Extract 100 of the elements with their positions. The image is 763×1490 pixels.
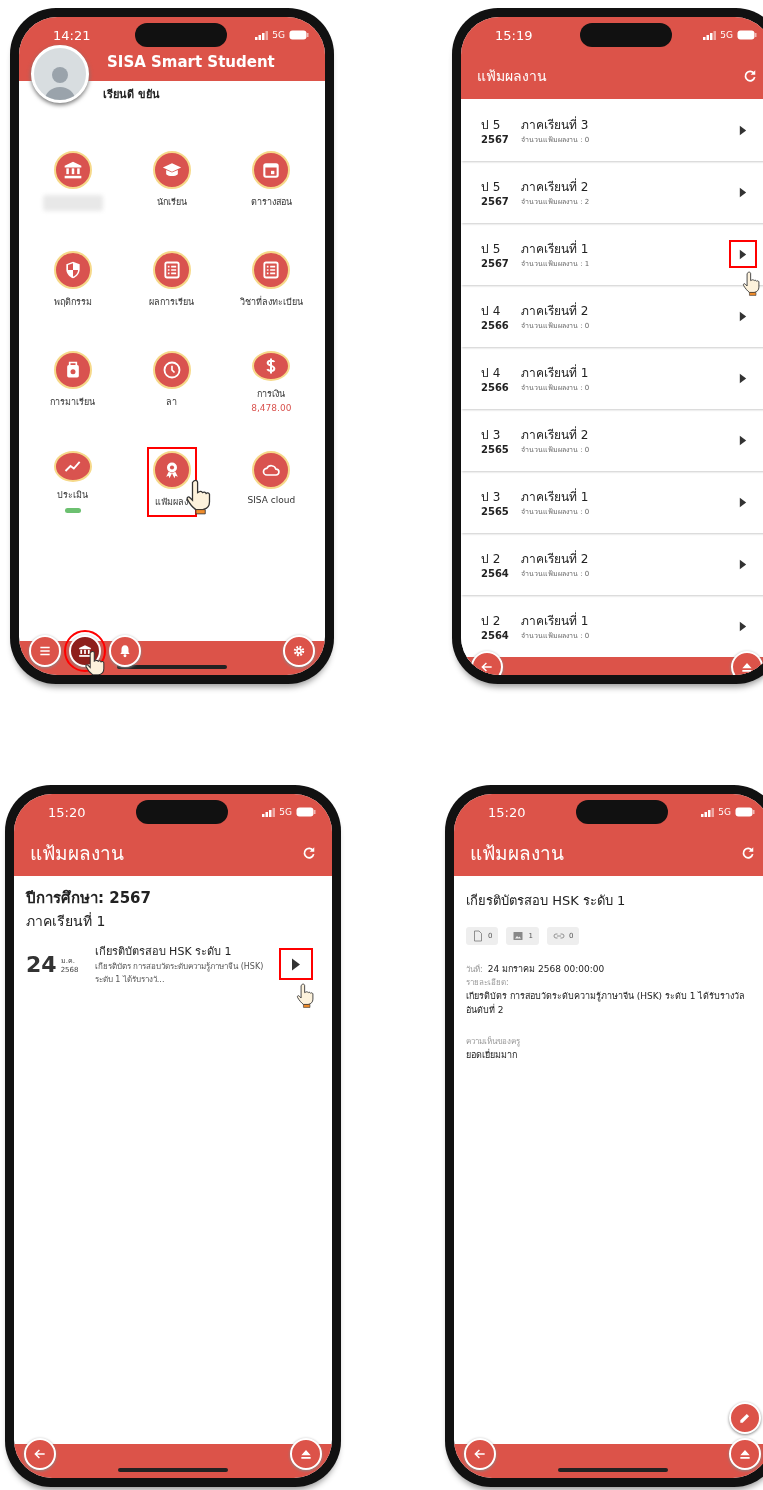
open-button[interactable]: [278, 948, 313, 980]
page-title: แฟ้มผลงาน: [477, 67, 547, 86]
page-title: แฟ้มผลงาน: [30, 841, 124, 866]
portfolio-title: เกียรติบัตรสอบ HSK ระดับ 1: [465, 892, 627, 910]
edit-button[interactable]: [729, 1402, 761, 1434]
back-arrow-icon: [480, 660, 494, 674]
date-label: วันที่:: [466, 965, 483, 974]
tile-label: การมาเรียน: [50, 396, 96, 409]
refresh-icon[interactable]: [741, 846, 755, 860]
pencil-icon: [738, 1411, 752, 1425]
year-label: 2565: [481, 506, 510, 517]
year-label: 2567: [481, 134, 510, 145]
caret-icon: [739, 124, 747, 136]
tile-label: ลา: [166, 396, 178, 409]
eject-icon: [740, 660, 754, 674]
grade-label: ป 5: [481, 117, 502, 134]
year-label: 2567: [481, 196, 510, 207]
menu-icon: [38, 644, 52, 658]
file-icon: [472, 930, 484, 942]
detail-text: เกียรติบัตร การสอบวัดระดับความรู้ภาษาจีน (HSK) ระดับ 1 ได้รับรางวัล อันดับที่ 2: [465, 990, 747, 1017]
comment-label: ความเห็นของครู: [465, 1035, 521, 1048]
caret-icon: [739, 558, 747, 570]
nav-button[interactable]: [109, 635, 141, 667]
menu-tile[interactable]: SISA cloud: [243, 449, 300, 515]
year-label: 2566: [481, 320, 510, 331]
link-icon: [552, 930, 565, 942]
year-label: 2564: [481, 568, 510, 579]
refresh-icon[interactable]: [302, 846, 316, 860]
menu-tile[interactable]: ประเมิน: [49, 449, 96, 515]
network-label: 5G: [279, 807, 292, 817]
term-heading: ภาคเรียนที่ 1: [25, 911, 107, 931]
menu-tile[interactable]: ผลการเรียน: [145, 249, 199, 315]
tile-label: ประเมิน: [57, 488, 89, 502]
status-time: 14:21: [52, 27, 92, 43]
signal-icon: [701, 807, 715, 817]
status-time: 15:20: [47, 804, 87, 820]
user-name: เรียนดี ขยัน: [102, 87, 161, 103]
grade-label: ป 5: [481, 179, 502, 196]
term-label: ภาคเรียนที่ 3: [521, 115, 590, 134]
settings-icon: [292, 644, 306, 658]
tile-label: SISA cloud: [247, 495, 296, 505]
bank-icon: [62, 160, 83, 180]
clock-icon: [162, 360, 182, 380]
grade-label: ป 2: [481, 613, 502, 630]
menu-tile[interactable]: ตารางสอน: [246, 149, 296, 215]
menu-tile[interactable]: วิชาที่ลงทะเบียน: [235, 249, 307, 315]
year-label: 2567: [481, 258, 510, 269]
battery-icon: [296, 807, 316, 817]
menu-tile[interactable]: นักเรียน: [149, 149, 195, 215]
avatar-photo-placeholder[interactable]: [31, 45, 89, 103]
refresh-icon[interactable]: [743, 69, 757, 83]
pointing-hand-icon: [741, 270, 763, 296]
back-button[interactable]: [471, 651, 503, 675]
term-label: ภาคเรียนที่ 1: [521, 239, 590, 258]
tile-label: พฤติกรรม: [53, 296, 92, 309]
caret-icon: [739, 434, 747, 446]
scroll-top-button[interactable]: [731, 651, 763, 675]
page-title: แฟ้มผลงาน: [470, 841, 564, 866]
signal-icon: [703, 30, 717, 40]
term-label: ภาคเรียนที่ 1: [521, 363, 590, 382]
list-icon: [162, 260, 182, 280]
open-button[interactable]: [729, 240, 757, 268]
list-icon: [261, 260, 282, 280]
status-time: 15:20: [487, 804, 527, 820]
menu-tile[interactable]: การเงิน 8,478.00: [247, 349, 296, 415]
status-time: 15:19: [494, 27, 534, 43]
bank-icon: [78, 644, 92, 658]
grade-label: ป 3: [481, 427, 502, 444]
battery-icon: [737, 30, 757, 40]
term-label: ภาคเรียนที่ 1: [521, 487, 590, 506]
caret-icon: [290, 957, 301, 971]
tile-label: แฟ้มผลง: [155, 496, 189, 509]
tile-label: การเงิน: [257, 388, 286, 401]
menu-tile[interactable]: แฟ้มผลง: [149, 449, 195, 515]
image-icon: [512, 930, 525, 942]
grade-label: ป 3: [481, 489, 502, 506]
menu-tile[interactable]: การมาเรียน: [46, 349, 100, 415]
term-label: ภาคเรียนที่ 2: [521, 425, 590, 444]
calendar-icon: [261, 160, 282, 180]
grade-label: ป 5: [481, 241, 502, 258]
year-label: 2564: [481, 630, 510, 641]
app-title: SISA Smart Student: [106, 53, 276, 71]
battery-icon: [735, 807, 755, 817]
caret-icon: [739, 248, 747, 260]
year-label: 2566: [481, 382, 510, 393]
menu-tile[interactable]: พฤติกรรม: [49, 249, 96, 315]
grade-label: ป 4: [481, 365, 502, 382]
year-label: 2565: [481, 444, 510, 455]
tile-label: นักเรียน: [157, 196, 187, 209]
network-label: 5G: [718, 807, 731, 817]
caret-icon: [739, 186, 747, 198]
term-label: ภาคเรียนที่ 2: [521, 549, 590, 568]
signal-icon: [262, 807, 276, 817]
balance-amount: 8,478.00: [251, 403, 292, 413]
portfolio-title: เกียรติบัตรสอบ HSK ระดับ 1: [94, 944, 233, 960]
academic-year-heading: ปีการศึกษา: 2567: [24, 888, 152, 909]
back-arrow-icon: [473, 1447, 487, 1461]
term-label: ภาคเรียนที่ 2: [521, 177, 590, 196]
teacher-comment: ยอดเยี่ยมมาก: [465, 1048, 518, 1062]
menu-tile[interactable]: ลา: [149, 349, 195, 415]
